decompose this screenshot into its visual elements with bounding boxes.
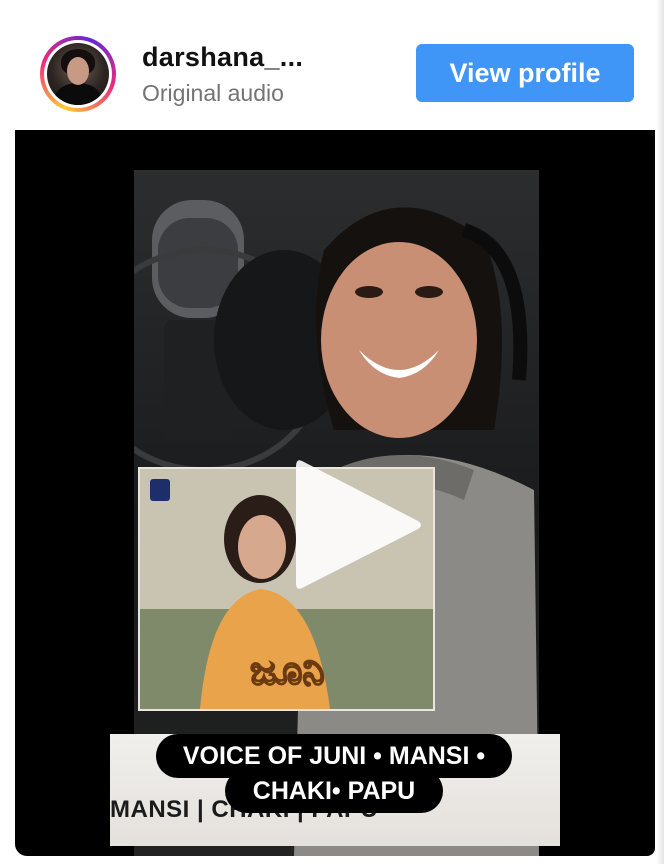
avatar-body-shape [55,83,101,105]
play-icon[interactable] [290,455,430,595]
label-logo [150,479,170,501]
audio-subtitle[interactable]: Original audio [142,80,284,107]
username[interactable]: darshana_... [142,42,303,73]
left-eye-shape [355,286,383,298]
caption-line-2: CHAKI• PAPU [225,769,443,813]
thumbnail-face-shape [238,515,286,579]
face-shape [321,242,477,438]
post-header: darshana_... Original audio View profile [0,0,664,130]
avatar-photo [47,43,109,105]
instagram-embed-card: darshana_... Original audio View profile [0,0,664,864]
avatar-face-shape [67,57,89,85]
avatar[interactable] [40,36,116,112]
right-eye-shape [415,286,443,298]
view-profile-button[interactable]: View profile [416,44,634,102]
thumbnail-title: ಜೂನಿ [250,648,325,694]
avatar-border [44,40,112,108]
video-player[interactable]: ಜೂನಿ MANSI | CHAKI | PAPU VOICE OF JUNI … [15,130,655,856]
